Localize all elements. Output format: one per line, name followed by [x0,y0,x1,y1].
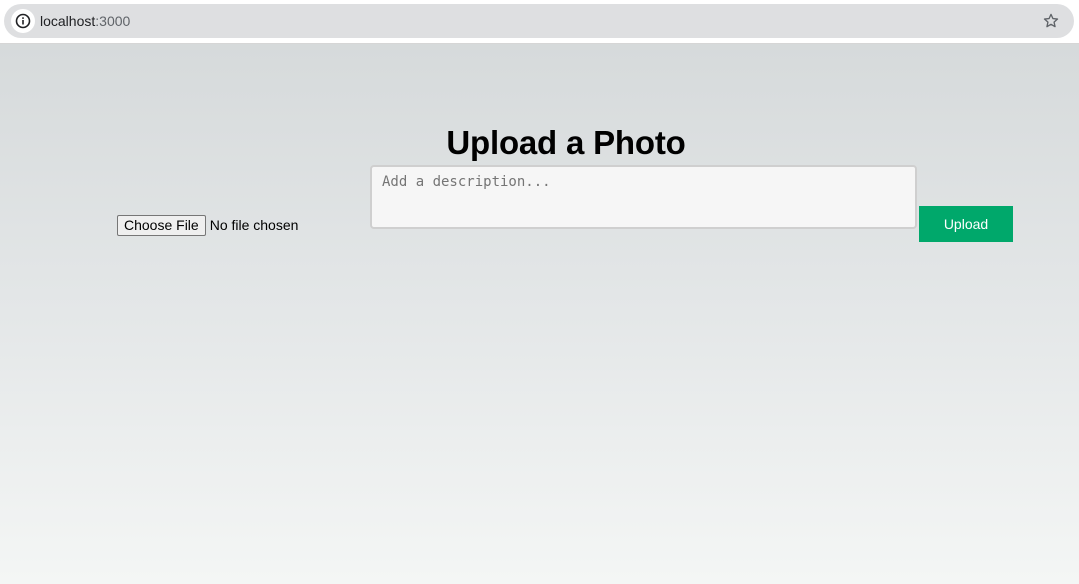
url-port: :3000 [95,13,131,29]
address-bar[interactable]: localhost:3000 [4,4,1074,38]
upload-button[interactable]: Upload [919,206,1013,242]
url-host: localhost [40,13,96,29]
browser-toolbar: localhost:3000 [0,0,1079,44]
page-content: Upload a Photo Choose File No file chose… [0,44,1079,584]
info-icon[interactable] [11,9,35,33]
choose-file-button[interactable]: Choose File [117,214,206,236]
star-icon[interactable] [1042,12,1060,30]
file-status-text: No file chosen [209,217,299,233]
description-input[interactable] [370,165,917,229]
file-input[interactable]: Choose File No file chosen [117,214,298,236]
url-text[interactable]: localhost:3000 [40,13,130,29]
upload-form: Choose File No file chosen Upload [0,44,1079,584]
